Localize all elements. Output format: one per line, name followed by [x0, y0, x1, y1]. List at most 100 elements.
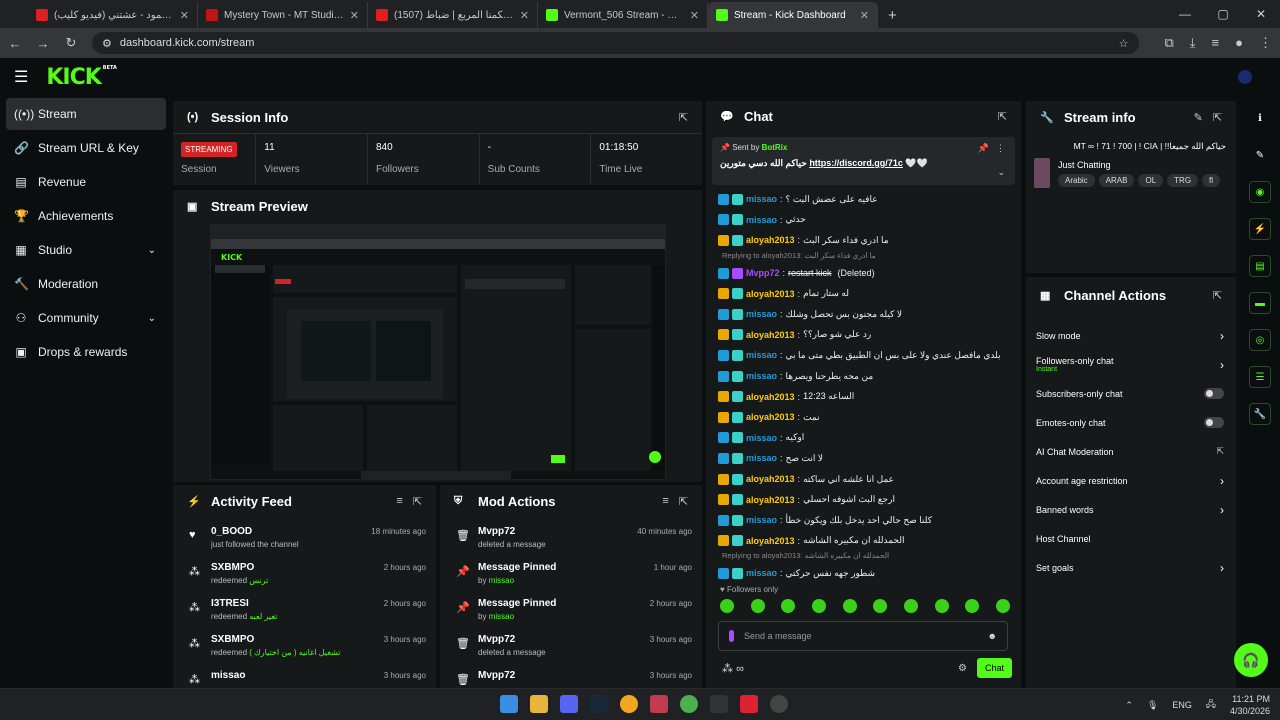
close-tab-icon[interactable]: ✕ — [520, 9, 529, 22]
hamburger-icon[interactable]: ☰ — [14, 67, 28, 87]
emote-icon[interactable] — [720, 599, 734, 613]
chat-message[interactable]: missao: حدثي — [718, 210, 1009, 231]
chat-username[interactable]: aloyah2013 — [746, 474, 795, 484]
tag-chip[interactable]: ARAB — [1098, 174, 1135, 187]
close-tab-icon[interactable]: ✕ — [860, 9, 869, 22]
chat-message[interactable]: aloyah2013: له ستار تمام — [718, 283, 1009, 304]
emote-icon[interactable] — [903, 599, 918, 613]
tag-chip[interactable]: fl — [1202, 174, 1221, 187]
media-icon[interactable]: ≡ — [1212, 35, 1220, 51]
bookmark-icon[interactable]: ☆ — [1119, 37, 1129, 50]
chat-message[interactable]: aloyah2013: ما ادري فداء سكر البث — [718, 230, 1009, 251]
capcut-icon[interactable] — [710, 695, 728, 713]
mic-icon[interactable] — [729, 630, 734, 642]
chat-message[interactable]: missao: كلنا صح حالي احد يدخل بلك ويكون … — [718, 510, 1009, 531]
expand-icon[interactable]: ⇱ — [679, 111, 688, 124]
chat-message[interactable]: missao: لا كيله مجنون بس تحصل وشلك — [718, 304, 1009, 325]
chevron-up-icon[interactable]: ⌃ — [1125, 700, 1133, 711]
help-button[interactable]: 🎧 — [1234, 643, 1268, 677]
emote-icon[interactable] — [965, 599, 980, 613]
chat-username[interactable]: aloyah2013 — [746, 495, 795, 505]
close-tab-icon[interactable]: ✕ — [690, 9, 699, 22]
channel-action-slow-mode[interactable]: Slow mode › — [1026, 321, 1236, 350]
chat-username[interactable]: aloyah2013 — [746, 330, 795, 340]
list-item[interactable]: ♥ 0_BOOD just followed the channel 18 minu… — [173, 521, 436, 557]
new-tab-button[interactable]: + — [878, 2, 907, 28]
emote-icon[interactable] — [995, 599, 1010, 613]
stream-preview-video[interactable]: KICK — [210, 224, 666, 480]
back-icon[interactable]: ← — [8, 36, 22, 51]
close-window-button[interactable]: ✕ — [1242, 0, 1280, 28]
chat-username[interactable]: Mvpp72 — [746, 268, 780, 278]
chevron-down-icon[interactable]: ⌄ — [148, 313, 156, 324]
chat-message[interactable]: missao: عافيه على عضش البت ؟ — [718, 189, 1009, 210]
reload-icon[interactable]: ↻ — [64, 35, 78, 51]
emote-icon[interactable] — [873, 599, 888, 613]
sidebar-item-stream[interactable]: ((•)) Stream — [6, 98, 166, 130]
browser-tab[interactable]: (1507) شيلة حكمنا المربع | ضباط ✕ — [368, 2, 538, 28]
emote-icon[interactable] — [811, 599, 826, 613]
chat-username[interactable]: aloyah2013 — [746, 289, 795, 299]
chevron-down-icon[interactable]: ⌄ — [148, 245, 156, 256]
list-item[interactable]: ⁂ I3TRESI redeemed تغير لعبه 2 hours ago — [173, 593, 436, 629]
gear-icon[interactable]: ⚙ — [958, 663, 967, 674]
list-icon[interactable]: ☰ — [1249, 366, 1271, 388]
sidebar-item-achievements[interactable]: 🏆 Achievements — [6, 200, 166, 232]
steam-icon[interactable] — [590, 695, 608, 713]
chat-message[interactable]: aloyah2013: ارجع البث اشوفه احسلي — [718, 489, 1009, 510]
network-icon[interactable]: 🖧 — [1206, 697, 1216, 713]
info-icon[interactable]: ℹ — [1249, 107, 1271, 129]
expand-icon[interactable]: ⇱ — [1213, 111, 1222, 124]
edit-icon[interactable]: ✎ — [1194, 111, 1203, 124]
chat-message[interactable]: aloyah2013: عمل انا علشه اني ساكته — [718, 469, 1009, 490]
chat-username[interactable]: missao — [746, 194, 777, 204]
chat-message[interactable]: missao: من محه يطرحنا ويصرها — [718, 366, 1009, 387]
close-tab-icon[interactable]: ✕ — [350, 9, 359, 22]
forward-icon[interactable]: → — [36, 36, 50, 51]
app2-icon[interactable] — [650, 695, 668, 713]
maximize-button[interactable]: ▢ — [1204, 0, 1242, 28]
extensions-icon[interactable]: ⧉ — [1165, 35, 1174, 51]
discord-icon[interactable] — [560, 695, 578, 713]
expand-icon[interactable]: ⇱ — [998, 110, 1007, 123]
chat-username[interactable]: missao — [746, 309, 777, 319]
chat-message[interactable]: missao: لا انت صح — [718, 448, 1009, 469]
channel-action-ai-chat-moderation[interactable]: AI Chat Moderation ⇱ — [1026, 437, 1236, 466]
lightning-icon[interactable]: ⚡ — [1249, 218, 1271, 240]
close-tab-icon[interactable]: ✕ — [180, 9, 189, 22]
chat-message[interactable]: aloyah2013: نمت — [718, 407, 1009, 428]
chat-message[interactable]: aloyah2013: الحمدلله ان مكبيره الشاشه — [718, 531, 1009, 552]
sidebar-item-revenue[interactable]: ▤ Revenue — [6, 166, 166, 198]
list-item[interactable]: 🗑 Mvpp72 deleted a message 3 hours ago — [440, 629, 702, 665]
chat-input[interactable]: Send a message ☻ — [718, 621, 1008, 651]
filter-icon[interactable]: ≡ — [662, 495, 668, 507]
start-icon[interactable] — [500, 695, 518, 713]
filter-icon[interactable]: ≡ — [396, 495, 402, 507]
chat-message[interactable]: aloyah2013: الساعه 12:23 — [718, 386, 1009, 407]
chat-message[interactable]: missao: اوكيه — [718, 428, 1009, 449]
sidebar-item-drops-rewards[interactable]: ▣ Drops & rewards — [6, 336, 166, 368]
site-info-icon[interactable]: ⚙ — [102, 37, 112, 50]
channel-action-banned-words[interactable]: Banned words › — [1026, 495, 1236, 524]
sidebar-item-studio[interactable]: ▦ Studio ⌄ — [6, 234, 166, 266]
sidebar-item-stream-url-key[interactable]: 🔗 Stream URL & Key — [6, 132, 166, 164]
chat-bubble-icon[interactable]: ▬ — [1249, 292, 1271, 314]
toggle-switch[interactable] — [1204, 417, 1224, 428]
more-icon[interactable]: ⋮ — [996, 143, 1005, 154]
list-item[interactable]: 📌 Message Pinned by missao 2 hours ago — [440, 593, 702, 629]
channel-action-set-goals[interactable]: Set goals › — [1026, 553, 1236, 582]
avatar[interactable] — [1238, 70, 1252, 84]
app3-icon[interactable] — [740, 695, 758, 713]
clock[interactable]: 11:21 PM 4/30/2026 — [1230, 693, 1270, 717]
wrench-rail-icon[interactable]: 🔧 — [1249, 403, 1271, 425]
browser-tab[interactable]: Mystery Town - MT Studios | M ✕ — [198, 2, 368, 28]
emote-icon[interactable] — [934, 599, 949, 613]
pencil-icon[interactable]: ✎ — [1249, 144, 1271, 166]
unpin-icon[interactable]: 📌 — [978, 143, 989, 154]
channel-action-followers-only-chat[interactable]: Followers-only chat Instant › — [1026, 350, 1236, 379]
emote-icon[interactable] — [781, 599, 796, 613]
expand-icon[interactable]: ⇱ — [1213, 289, 1222, 302]
chat-username[interactable]: missao — [746, 350, 777, 360]
browser-tab[interactable]: Vermont_506 Stream - Watch Li ✕ — [538, 2, 708, 28]
pinned-message[interactable]: 📌 Sent by BotRix حياكم الله دسي متورين h… — [712, 137, 1015, 185]
